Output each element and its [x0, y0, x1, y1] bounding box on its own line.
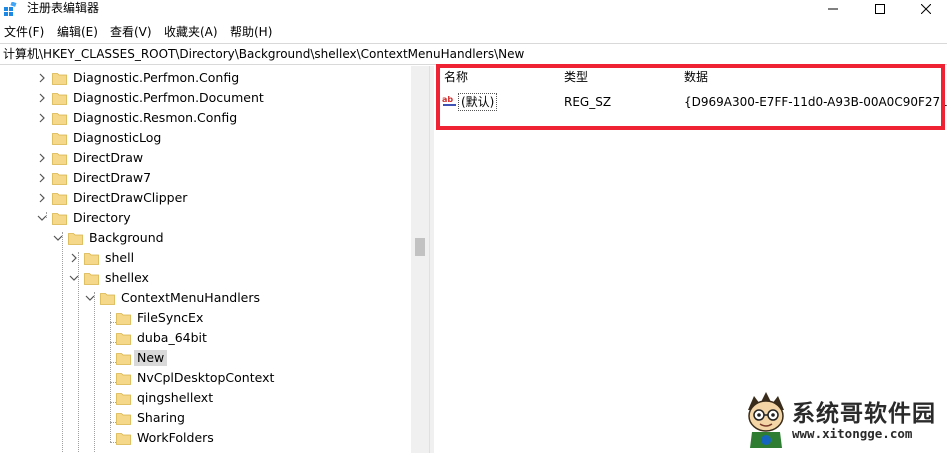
tree-item[interactable]: Sharing [116, 408, 188, 428]
tree-item-label: qingshellext [137, 390, 214, 405]
tree-item-label: DirectDraw [73, 150, 144, 165]
maximize-button[interactable] [857, 0, 903, 18]
address-path[interactable]: 计算机\HKEY_CLASSES_ROOT\Directory\Backgrou… [3, 47, 524, 61]
tree-item-label: FileSyncEx [137, 310, 204, 325]
folder-icon [52, 132, 67, 145]
tree-item[interactable]: DiagnosticLog [52, 128, 164, 148]
chevron-right-icon[interactable] [37, 93, 47, 103]
tree-item[interactable]: WorkFolders [116, 428, 217, 448]
folder-icon [52, 172, 67, 185]
tree-item-label: duba_64bit [137, 330, 207, 345]
tree-item-label: DiagnosticLog [73, 130, 162, 145]
folder-icon [52, 152, 67, 165]
tree-item-label: shellex [105, 270, 149, 285]
menu-favorites[interactable]: 收藏夹(A) [164, 25, 218, 39]
chevron-down-icon[interactable] [85, 293, 95, 303]
chevron-right-icon[interactable] [37, 173, 47, 183]
tree-item[interactable]: NvCplDesktopContext [116, 368, 277, 388]
folder-icon [52, 72, 67, 85]
watermark-url: www.xitongge.com [792, 426, 913, 441]
tree-item[interactable]: New [116, 348, 168, 368]
tree-item-label: WorkFolders [137, 430, 214, 445]
chevron-right-icon[interactable] [37, 73, 47, 83]
tree-item-label: NvCplDesktopContext [137, 370, 275, 385]
folder-icon [52, 92, 67, 105]
folder-icon [116, 372, 131, 385]
tree-item-label: Diagnostic.Perfmon.Config [73, 70, 240, 85]
menu-help[interactable]: 帮助(H) [230, 25, 272, 39]
tree-item-label: DirectDrawClipper [73, 190, 188, 205]
minimize-button[interactable] [810, 0, 856, 18]
tree-item-label: New [134, 350, 168, 366]
tree-item-label: DirectDraw7 [73, 170, 152, 185]
chevron-down-icon[interactable] [53, 233, 63, 243]
tree-item-label: Sharing [137, 410, 185, 425]
tree-guide-line [94, 292, 95, 452]
chevron-right-icon[interactable] [37, 113, 47, 123]
folder-icon [116, 332, 131, 345]
tree-item[interactable]: duba_64bit [116, 328, 210, 348]
tree-item-label: Directory [73, 210, 131, 225]
tree-item[interactable]: ContextMenuHandlers [100, 288, 263, 308]
title-bar: 注册表编辑器 [0, 0, 947, 22]
folder-icon [84, 272, 99, 285]
registry-editor-icon [4, 2, 17, 16]
folder-icon [84, 252, 99, 265]
chevron-right-icon[interactable] [37, 193, 47, 203]
folder-icon [116, 352, 131, 365]
mascot-logo-icon [748, 392, 784, 448]
menu-view[interactable]: 查看(V) [110, 25, 152, 39]
menu-bar: 文件(F) 编辑(E) 查看(V) 收藏夹(A) 帮助(H) [0, 22, 947, 43]
folder-icon [52, 192, 67, 205]
tree-item[interactable]: Diagnostic.Perfmon.Document [52, 88, 267, 108]
folder-icon [52, 112, 67, 125]
menu-edit[interactable]: 编辑(E) [57, 25, 98, 39]
chevron-right-icon[interactable] [69, 253, 79, 263]
annotation-highlight-box [436, 64, 945, 130]
tree-item-label: Diagnostic.Resmon.Config [73, 110, 238, 125]
tree-item[interactable]: DirectDrawClipper [52, 188, 190, 208]
tree-item-label: Background [89, 230, 164, 245]
folder-icon [52, 212, 67, 225]
tree-item[interactable]: qingshellext [116, 388, 216, 408]
tree-item[interactable]: DirectDraw [52, 148, 146, 168]
tree-item[interactable]: Directory [52, 208, 134, 228]
tree-item[interactable]: FileSyncEx [116, 308, 206, 328]
folder-icon [116, 432, 131, 445]
tree-item-label: shell [105, 250, 135, 265]
tree-item-label: Diagnostic.Perfmon.Document [73, 90, 264, 105]
folder-icon [116, 412, 131, 425]
close-button[interactable] [903, 0, 947, 18]
chevron-down-icon[interactable] [69, 273, 79, 283]
folder-icon [116, 392, 131, 405]
watermark: 系统哥软件园 www.xitongge.com [740, 388, 947, 450]
tree-item[interactable]: shellex [84, 268, 152, 288]
tree-item[interactable]: Diagnostic.Resmon.Config [52, 108, 240, 128]
folder-icon [68, 232, 83, 245]
minimize-icon [828, 8, 838, 10]
chevron-right-icon[interactable] [37, 153, 47, 163]
tree-item[interactable]: DirectDraw7 [52, 168, 154, 188]
menu-file[interactable]: 文件(F) [4, 25, 44, 39]
tree-item-label: ContextMenuHandlers [121, 290, 261, 305]
folder-icon [116, 312, 131, 325]
close-icon [921, 4, 931, 14]
tree-item[interactable]: Diagnostic.Perfmon.Config [52, 68, 242, 88]
scrollbar-thumb[interactable] [415, 238, 425, 256]
tree-guide-line [62, 232, 63, 452]
tree-item[interactable]: shell [84, 248, 137, 268]
window-title: 注册表编辑器 [27, 1, 100, 15]
folder-icon [100, 292, 115, 305]
chevron-down-icon[interactable] [37, 213, 47, 223]
tree-scrollbar[interactable] [411, 66, 429, 453]
watermark-title: 系统哥软件园 [792, 401, 936, 427]
maximize-icon [875, 4, 885, 14]
tree-item[interactable]: Background [68, 228, 167, 248]
registry-tree: Diagnostic.Perfmon.Config Diagnostic.Perf… [0, 66, 429, 453]
address-bar[interactable]: 计算机\HKEY_CLASSES_ROOT\Directory\Backgrou… [0, 43, 947, 65]
